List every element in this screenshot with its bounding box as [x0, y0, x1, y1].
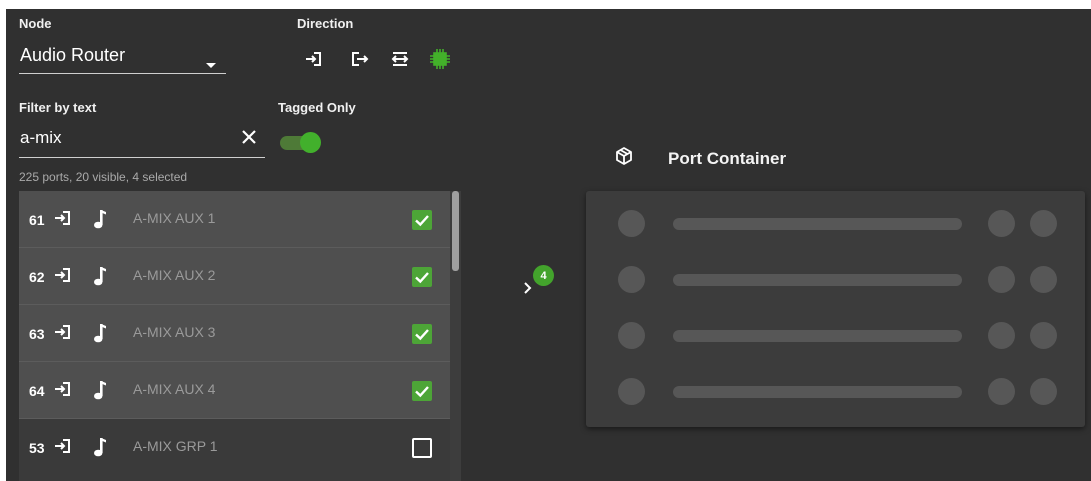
filter-label: Filter by text — [19, 100, 97, 115]
tagged-only-label: Tagged Only — [278, 100, 356, 115]
music-note-icon — [93, 208, 107, 235]
port-count-status: 225 ports, 20 visible, 4 selected — [19, 170, 188, 184]
placeholder-dot — [1030, 210, 1057, 237]
placeholder-row — [586, 251, 1085, 307]
music-note-icon — [93, 322, 107, 349]
placeholder-dot — [618, 322, 645, 349]
placeholder-row — [586, 363, 1085, 419]
placeholder-dot — [618, 266, 645, 293]
music-note-icon — [93, 436, 107, 463]
port-number: 64 — [29, 383, 45, 399]
output-icon — [352, 52, 369, 66]
port-selector-panel: Node Audio Router Direction Filter by te… — [6, 9, 1091, 481]
port-checkbox[interactable] — [412, 438, 432, 458]
port-list-scrollbar[interactable] — [450, 191, 461, 481]
placeholder-bar — [673, 386, 962, 398]
bidirectional-icon — [391, 52, 409, 66]
port-name: A-MIX AUX 4 — [133, 381, 216, 397]
cube-icon — [614, 146, 634, 171]
tagged-only-toggle[interactable] — [278, 131, 322, 153]
port-name: A-MIX AUX 3 — [133, 324, 216, 340]
all-directions-icon — [430, 49, 450, 69]
port-number: 53 — [29, 440, 45, 456]
chevron-right-icon — [524, 282, 532, 294]
placeholder-dot — [988, 266, 1015, 293]
node-label: Node — [19, 16, 52, 31]
input-icon — [53, 265, 73, 290]
placeholder-bar — [673, 274, 962, 286]
direction-label: Direction — [297, 16, 354, 31]
clear-filter-button[interactable] — [239, 127, 259, 152]
selection-count-badge: 4 — [533, 265, 554, 286]
scrollbar-thumb[interactable] — [452, 191, 459, 271]
dropdown-caret-icon — [206, 63, 216, 68]
port-container-title: Port Container — [668, 149, 787, 168]
port-container-dropzone[interactable] — [586, 191, 1085, 427]
music-note-icon — [93, 265, 107, 292]
placeholder-bar — [673, 330, 962, 342]
placeholder-bar — [673, 218, 962, 230]
node-dropdown-value: Audio Router — [20, 45, 126, 65]
placeholder-dot — [1030, 266, 1057, 293]
port-checkbox[interactable] — [412, 381, 432, 401]
port-checkbox[interactable] — [412, 210, 432, 230]
placeholder-dot — [988, 378, 1015, 405]
port-row[interactable]: 53 A-MIX GRP 1 — [19, 419, 450, 475]
port-list: 61 A-MIX AUX 1 62 A-MIX AUX 2 63 A-MIX AUX 36… — [19, 191, 461, 481]
port-checkbox[interactable] — [412, 324, 432, 344]
port-row[interactable]: 62 A-MIX AUX 2 — [19, 248, 450, 304]
placeholder-dot — [618, 378, 645, 405]
placeholder-dot — [1030, 378, 1057, 405]
direction-output-button[interactable] — [348, 47, 370, 71]
placeholder-row — [586, 307, 1085, 363]
port-name: A-MIX GRP 1 — [133, 438, 218, 454]
direction-all-button[interactable] — [429, 47, 451, 71]
port-number: 62 — [29, 269, 45, 285]
close-icon — [242, 130, 256, 144]
port-row[interactable]: 63 A-MIX AUX 3 — [19, 305, 450, 361]
port-number: 61 — [29, 212, 45, 228]
input-icon — [53, 208, 73, 233]
placeholder-dot — [618, 210, 645, 237]
placeholder-dot — [988, 322, 1015, 349]
port-name: A-MIX AUX 2 — [133, 267, 216, 283]
toggle-thumb — [300, 132, 321, 153]
port-name: A-MIX AUX 1 — [133, 210, 216, 226]
input-icon — [53, 436, 73, 461]
filter-text-input[interactable]: a-mix — [19, 122, 265, 158]
input-icon — [53, 322, 73, 347]
placeholder-dot — [988, 210, 1015, 237]
add-to-container-button[interactable] — [522, 281, 534, 300]
port-number: 63 — [29, 326, 45, 342]
filter-value: a-mix — [20, 128, 62, 147]
input-icon — [53, 379, 73, 404]
placeholder-dot — [1030, 322, 1057, 349]
port-row[interactable]: 64 A-MIX AUX 4 — [19, 362, 450, 418]
placeholder-row — [586, 195, 1085, 251]
port-row[interactable]: 61 A-MIX AUX 1 — [19, 191, 450, 247]
direction-bidirectional-button[interactable] — [389, 47, 411, 71]
direction-input-button[interactable] — [303, 47, 325, 71]
input-icon — [306, 52, 321, 66]
port-checkbox[interactable] — [412, 267, 432, 287]
node-dropdown[interactable]: Audio Router — [19, 43, 226, 74]
music-note-icon — [93, 379, 107, 406]
